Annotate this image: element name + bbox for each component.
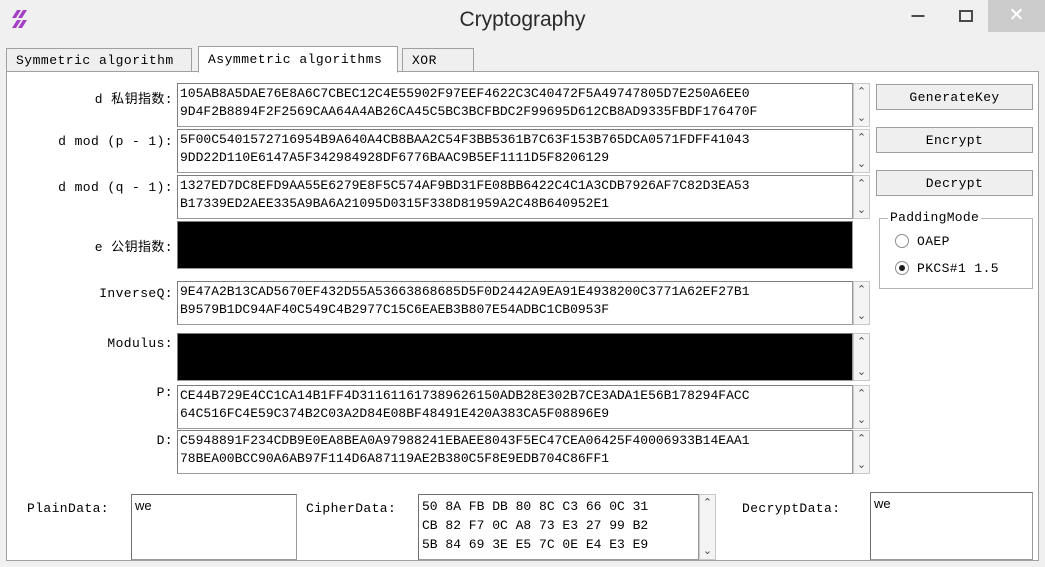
field-d-private-exponent[interactable]: 105AB8A5DAE76E8A6C7CBEC12C4E55902F97EEF4… <box>177 83 853 127</box>
maximize-button[interactable] <box>943 0 988 32</box>
field-line: B9579B1DC94AF40C549C4B2977C15C6EAEB3B807… <box>180 302 610 317</box>
scroll-up-icon[interactable]: ⌃ <box>854 282 869 298</box>
field-p[interactable]: CE44B729E4CC1CA14B1FF4D31161161738962615… <box>177 385 853 429</box>
minimize-button[interactable] <box>895 0 940 32</box>
decrypt-button[interactable]: Decrypt <box>876 170 1033 196</box>
generate-key-button[interactable]: GenerateKey <box>876 84 1033 110</box>
scroll-down-icon[interactable]: ⌄ <box>700 543 715 559</box>
label-inverse-q: InverseQ: <box>99 286 173 301</box>
field-line: 5F00C5401572716954B9A640A4CB8BAA2C54F3BB… <box>180 132 750 147</box>
field-line: 64C516FC4E59C374B2C03A2D84E08BF48491E420… <box>180 406 610 421</box>
radio-circle-selected-icon <box>895 261 909 275</box>
label-modulus: Modulus: <box>107 336 173 351</box>
cipher-data-line: 5B 84 69 3E E5 7C 0E E4 E3 E9 <box>422 537 649 552</box>
field-e-public-exponent[interactable] <box>177 221 853 269</box>
radio-circle-icon <box>895 234 909 248</box>
cipher-data-line: 50 8A FB DB 80 8C C3 66 0C 31 <box>422 499 649 514</box>
close-icon: ✕ <box>1008 5 1025 26</box>
scrollbar-p[interactable]: ⌃ ⌄ <box>853 385 870 429</box>
field-line: 105AB8A5DAE76E8A6C7CBEC12C4E55902F97EEF4… <box>180 86 750 101</box>
tab-symmetric-algorithm[interactable]: Symmetric algorithm <box>6 48 192 72</box>
label-p: P: <box>156 385 173 400</box>
tab-asymmetric-algorithms[interactable]: Asymmetric algorithms <box>198 46 398 73</box>
tab-strip: Symmetric algorithm Asymmetric algorithm… <box>6 46 1039 73</box>
scrollbar-inverse-q[interactable]: ⌃ ⌄ <box>853 281 870 325</box>
minimize-icon <box>911 15 924 17</box>
scroll-down-icon[interactable]: ⌄ <box>854 364 869 380</box>
field-line: B17339ED2AEE335A9BA6A21095D0315F338D8195… <box>180 196 610 211</box>
cipher-data-output[interactable]: 50 8A FB DB 80 8C C3 66 0C 31 CB 82 F7 0… <box>418 494 699 560</box>
scrollbar-cipher-data[interactable]: ⌃ ⌄ <box>699 494 716 560</box>
field-inverse-q[interactable]: 9E47A2B13CAD5670EF432D55A53663868685D5F0… <box>177 281 853 325</box>
field-line: 78BEA00BCC90A6AB97F114D6A87119AE2B380C5F… <box>180 451 610 466</box>
tab-xor[interactable]: XOR <box>402 48 474 72</box>
scroll-down-icon[interactable]: ⌄ <box>854 457 869 473</box>
label-d-mod-q-minus-1: d mod (q - 1): <box>58 180 173 195</box>
field-d[interactable]: C5948891F234CDB9E0EA8BEA0A97988241EBAEE8… <box>177 430 853 474</box>
scroll-down-icon[interactable]: ⌄ <box>854 308 869 324</box>
scrollbar-modulus[interactable]: ⌃ ⌄ <box>853 333 870 381</box>
field-line: 9DD22D110E6147A5F342984928DF6776BAAC9B5E… <box>180 150 610 165</box>
scroll-up-icon[interactable]: ⌃ <box>700 495 715 511</box>
scroll-down-icon[interactable]: ⌄ <box>854 202 869 218</box>
label-d-private-exponent: d 私钥指数: <box>94 92 173 107</box>
field-modulus[interactable] <box>177 333 853 381</box>
cipher-data-line: CB 82 F7 0C A8 73 E3 27 99 B2 <box>422 518 649 533</box>
scroll-down-icon[interactable]: ⌄ <box>854 412 869 428</box>
label-d: D: <box>156 433 173 448</box>
scrollbar-d-private-exponent[interactable]: ⌃ ⌄ <box>853 83 870 127</box>
scroll-up-icon[interactable]: ⌃ <box>854 386 869 402</box>
asymmetric-panel: d 私钥指数: 105AB8A5DAE76E8A6C7CBEC12C4E5590… <box>6 72 1039 561</box>
radio-pkcs1[interactable]: PKCS#1 1.5 <box>895 260 1025 278</box>
scroll-down-icon[interactable]: ⌄ <box>854 110 869 126</box>
encrypt-button[interactable]: Encrypt <box>876 127 1033 153</box>
scroll-down-icon[interactable]: ⌄ <box>854 156 869 172</box>
decrypt-data-output[interactable]: we <box>870 492 1033 560</box>
padding-mode-group <box>879 218 1033 289</box>
field-line: C5948891F234CDB9E0EA8BEA0A97988241EBAEE8… <box>180 433 750 448</box>
field-d-mod-p-minus-1[interactable]: 5F00C5401572716954B9A640A4CB8BAA2C54F3BB… <box>177 129 853 173</box>
label-decrypt-data: DecryptData: <box>742 501 841 516</box>
title-bar: Cryptography ✕ <box>0 0 1045 40</box>
radio-pkcs1-label: PKCS#1 1.5 <box>917 261 1000 276</box>
radio-oaep-label: OAEP <box>917 234 950 249</box>
field-d-mod-q-minus-1[interactable]: 1327ED7DC8EFD9AA55E6279E8F5C574AF9BD31FE… <box>177 175 853 219</box>
scrollbar-d-mod-p-minus-1[interactable]: ⌃ ⌄ <box>853 129 870 173</box>
cryptography-window: Cryptography ✕ Symmetric algorithm Asymm… <box>0 0 1045 567</box>
scrollbar-d[interactable]: ⌃ ⌄ <box>853 430 870 474</box>
label-cipher-data: CipherData: <box>306 501 397 516</box>
label-d-mod-p-minus-1: d mod (p - 1): <box>58 134 173 149</box>
scroll-up-icon[interactable]: ⌃ <box>854 431 869 447</box>
maximize-icon <box>958 10 973 22</box>
field-line: 9E47A2B13CAD5670EF432D55A53663868685D5F0… <box>180 284 750 299</box>
close-button[interactable]: ✕ <box>988 0 1045 32</box>
label-e-public-exponent: e 公钥指数: <box>94 240 173 255</box>
field-line: 9D4F2B8894F2F2569CAA64A4AB26CA45C5BC3BCF… <box>180 104 758 119</box>
label-plain-data: PlainData: <box>27 501 110 516</box>
plain-data-value: we <box>135 498 152 513</box>
field-line: CE44B729E4CC1CA14B1FF4D31161161738962615… <box>180 388 750 403</box>
padding-mode-title: PaddingMode <box>888 210 982 225</box>
plain-data-input[interactable]: we <box>131 494 297 560</box>
scroll-up-icon[interactable]: ⌃ <box>854 334 869 350</box>
scrollbar-d-mod-q-minus-1[interactable]: ⌃ ⌄ <box>853 175 870 219</box>
scroll-up-icon[interactable]: ⌃ <box>854 130 869 146</box>
scroll-up-icon[interactable]: ⌃ <box>854 176 869 192</box>
window-title: Cryptography <box>459 8 586 31</box>
decrypt-data-value: we <box>874 496 891 511</box>
radio-oaep[interactable]: OAEP <box>895 233 1025 251</box>
scroll-up-icon[interactable]: ⌃ <box>854 84 869 100</box>
field-line: 1327ED7DC8EFD9AA55E6279E8F5C574AF9BD31FE… <box>180 178 750 193</box>
